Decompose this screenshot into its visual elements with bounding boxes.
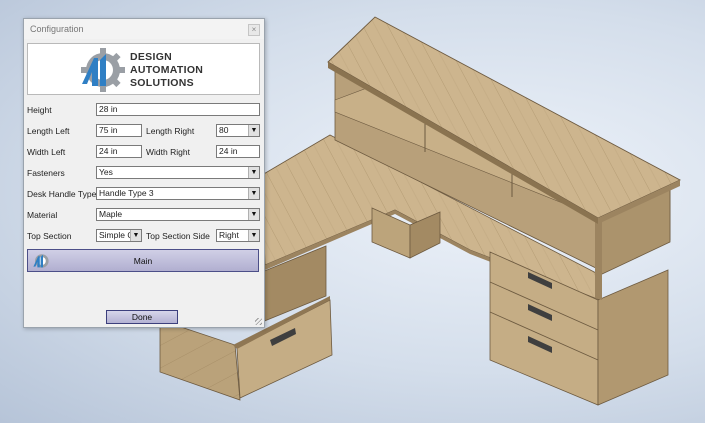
done-button[interactable]: Done — [106, 310, 178, 324]
desk-handle-select[interactable]: Handle Type 3 ▼ — [96, 187, 260, 200]
top-section-side-label: Top Section Side — [146, 231, 210, 241]
length-left-label: Length Left — [27, 126, 70, 136]
fasteners-row: Fasteners Yes ▼ — [27, 166, 261, 180]
chevron-down-icon[interactable]: ▼ — [248, 209, 259, 220]
logo-text-line-2: AUTOMATION — [130, 64, 204, 76]
dialog-title: Configuration — [30, 24, 84, 34]
chevron-down-icon[interactable]: ▼ — [130, 230, 141, 241]
resize-grip-icon[interactable] — [255, 318, 262, 325]
chevron-down-icon[interactable]: ▼ — [248, 125, 259, 136]
left-cabinet-front — [159, 319, 241, 401]
company-logo: DESIGN AUTOMATION SOLUTIONS — [27, 43, 260, 95]
logo-text-line-3: SOLUTIONS — [130, 77, 194, 89]
fasteners-label: Fasteners — [27, 168, 65, 178]
chevron-down-icon[interactable]: ▼ — [248, 188, 259, 199]
top-section-select[interactable]: Simple Q ▼ — [96, 229, 142, 242]
length-right-select[interactable]: 80 ▼ — [216, 124, 260, 137]
top-section-row: Top Section Simple Q ▼ Top Section Side … — [27, 229, 261, 243]
main-button[interactable]: Main — [27, 249, 259, 272]
material-label: Material — [27, 210, 58, 220]
material-value: Maple — [99, 209, 123, 219]
material-select[interactable]: Maple ▼ — [96, 208, 260, 221]
width-left-label: Width Left — [27, 147, 66, 157]
chevron-down-icon[interactable]: ▼ — [248, 230, 259, 241]
dialog-titlebar[interactable]: Configuration × — [24, 19, 264, 39]
desk-handle-label: Desk Handle Type — [27, 189, 97, 199]
chevron-down-icon[interactable]: ▼ — [248, 167, 259, 178]
height-input[interactable]: 28 in — [96, 103, 260, 116]
width-left-input[interactable]: 24 in — [96, 145, 142, 158]
top-section-side-select[interactable]: Right ▼ — [216, 229, 260, 242]
length-right-label: Length Right — [146, 126, 195, 136]
material-row: Material Maple ▼ — [27, 208, 261, 222]
close-icon[interactable]: × — [248, 24, 260, 36]
main-button-label: Main — [133, 256, 153, 266]
gear-logo-icon — [81, 48, 125, 92]
logo-text-line-1: DESIGN — [130, 51, 173, 63]
height-row: Height 28 in — [27, 103, 261, 117]
fasteners-value: Yes — [99, 167, 113, 177]
desk-handle-value: Handle Type 3 — [99, 188, 154, 198]
length-right-value: 80 — [219, 125, 229, 135]
length-left-input[interactable]: 75 in — [96, 124, 142, 137]
configuration-dialog: Configuration × DESIGN AUTOMATION SOLUTI… — [23, 18, 265, 328]
height-label: Height — [27, 105, 52, 115]
hutch-front-panel — [595, 218, 602, 300]
length-row: Length Left 75 in Length Right 80 ▼ — [27, 124, 261, 138]
width-right-input[interactable]: 24 in — [216, 145, 260, 158]
width-row: Width Left 24 in Width Right 24 in — [27, 145, 261, 159]
desk-handle-row: Desk Handle Type Handle Type 3 ▼ — [27, 187, 261, 201]
top-section-side-value: Right — [219, 230, 239, 240]
right-pedestal-side — [597, 269, 669, 406]
top-section-value: Simple Q — [99, 230, 134, 240]
top-section-label: Top Section — [27, 231, 72, 241]
width-right-label: Width Right — [146, 147, 190, 157]
fasteners-select[interactable]: Yes ▼ — [96, 166, 260, 179]
